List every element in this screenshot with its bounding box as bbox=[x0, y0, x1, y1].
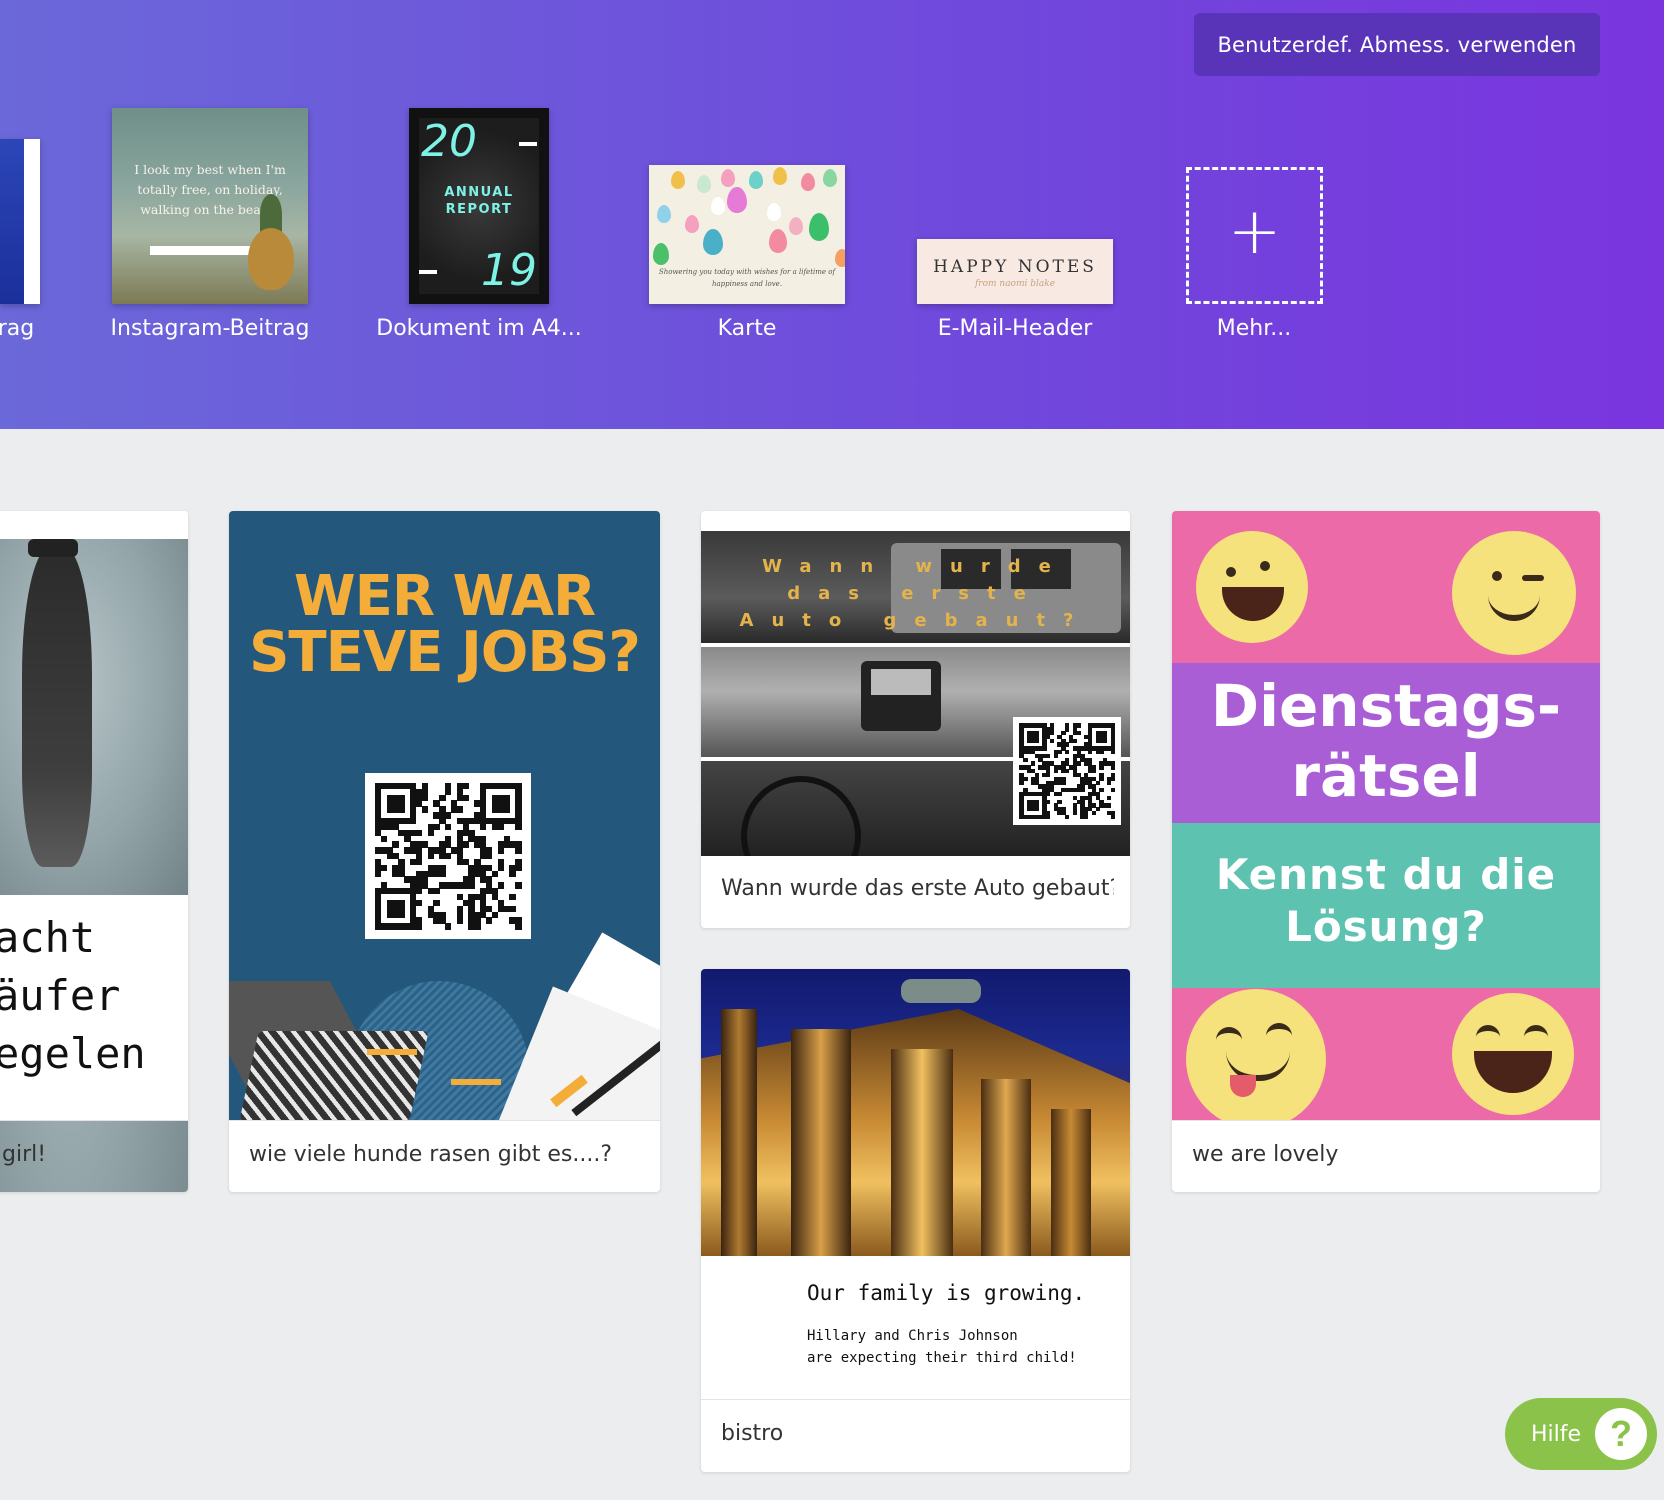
card-image-photo bbox=[0, 511, 188, 895]
template-thumb-email-header[interactable]: HAPPY NOTES from naomi blake bbox=[917, 239, 1113, 304]
thumb-email-title: HAPPY NOTES bbox=[933, 257, 1097, 277]
thumb-year-bottom: 19 bbox=[481, 245, 537, 296]
invite-title: Our family is growing. bbox=[807, 1281, 1086, 1305]
card-handwritten-line: äufer bbox=[0, 971, 121, 1020]
card-image: WER WAR STEVE JOBS? bbox=[229, 511, 660, 1120]
tongue-emoji-icon bbox=[1186, 989, 1326, 1120]
card-handwritten-line: egelen bbox=[0, 1029, 146, 1078]
template-label-email[interactable]: E-Mail-Header bbox=[938, 316, 1093, 341]
design-card[interactable]: acht äufer egelen girl! bbox=[0, 511, 188, 1192]
template-thumb-instagram[interactable]: I look my best when I'm totally free, on… bbox=[112, 108, 308, 304]
question-icon: ? bbox=[1595, 1408, 1647, 1460]
template-thumb-a4-document[interactable]: 20 ANNUAL REPORT 19 bbox=[409, 108, 549, 304]
template-carousel: Benutzerdef. Abmess. verwenden rag I loo… bbox=[0, 0, 1664, 429]
help-label: Hilfe bbox=[1531, 1421, 1582, 1447]
design-card[interactable]: Wann wurde das erste Auto gebaut? Wann w… bbox=[701, 511, 1130, 928]
card-caption: girl! bbox=[2, 1142, 47, 1167]
card-headline: Dienstags- rätsel bbox=[1210, 672, 1562, 810]
design-card[interactable]: Dienstags- rätsel Kennst du die Lösung? bbox=[1172, 511, 1600, 1192]
thumb-title: ANNUAL REPORT bbox=[444, 185, 514, 217]
card-image: Dienstags- rätsel Kennst du die Lösung? bbox=[1172, 511, 1600, 1120]
plus-icon: + bbox=[1227, 195, 1282, 269]
laughing-emoji-icon bbox=[1196, 531, 1308, 643]
card-image bbox=[701, 969, 1130, 1256]
thumb-email-sub: from naomi blake bbox=[974, 279, 1056, 289]
template-label-more[interactable]: Mehr... bbox=[1217, 316, 1291, 341]
design-card[interactable]: WER WAR STEVE JOBS? wie viele hunde rase… bbox=[229, 511, 660, 1192]
card-caption: we are lovely bbox=[1192, 1142, 1339, 1167]
template-label-card[interactable]: Karte bbox=[718, 316, 777, 341]
card-headline: WER WAR STEVE JOBS? bbox=[249, 564, 641, 685]
qr-code bbox=[1013, 717, 1121, 825]
help-button[interactable]: Hilfe ? bbox=[1505, 1398, 1657, 1470]
card-subline: Kennst du die Lösung? bbox=[1215, 850, 1557, 951]
more-templates-button[interactable]: + bbox=[1186, 167, 1323, 304]
winking-emoji-icon bbox=[1452, 531, 1576, 655]
card-caption: bistro bbox=[721, 1421, 784, 1446]
template-label-a4[interactable]: Dokument im A4... bbox=[376, 316, 582, 341]
thumb-card-text: Showering you today with wishes for a li… bbox=[658, 268, 836, 288]
card-title: Wann wurde das erste Auto gebaut? bbox=[739, 556, 1092, 631]
invite-text: Hillary and Chris Johnson are expecting … bbox=[807, 1328, 1077, 1366]
template-thumb-card[interactable]: Showering you today with wishes for a li… bbox=[649, 165, 845, 304]
qr-code bbox=[365, 773, 531, 939]
thumb-year-top: 20 bbox=[421, 116, 477, 167]
grinning-emoji-icon bbox=[1452, 993, 1574, 1115]
template-label[interactable]: rag bbox=[0, 316, 34, 341]
template-label-instagram[interactable]: Instagram-Beitrag bbox=[111, 316, 310, 341]
card-handwritten-line: acht bbox=[0, 913, 96, 962]
custom-size-button[interactable]: Benutzerdef. Abmess. verwenden bbox=[1194, 13, 1600, 76]
card-invite: Our family is growing. Hillary and Chris… bbox=[701, 1269, 1130, 1399]
card-caption: wie viele hunde rasen gibt es....? bbox=[249, 1142, 613, 1167]
card-caption: Wann wurde das erste Auto gebaut? bbox=[721, 876, 1114, 901]
template-thumb-cutoff[interactable] bbox=[0, 139, 40, 304]
design-card[interactable]: Our family is growing. Hillary and Chris… bbox=[701, 969, 1130, 1472]
card-image: Wann wurde das erste Auto gebaut? bbox=[701, 531, 1130, 856]
